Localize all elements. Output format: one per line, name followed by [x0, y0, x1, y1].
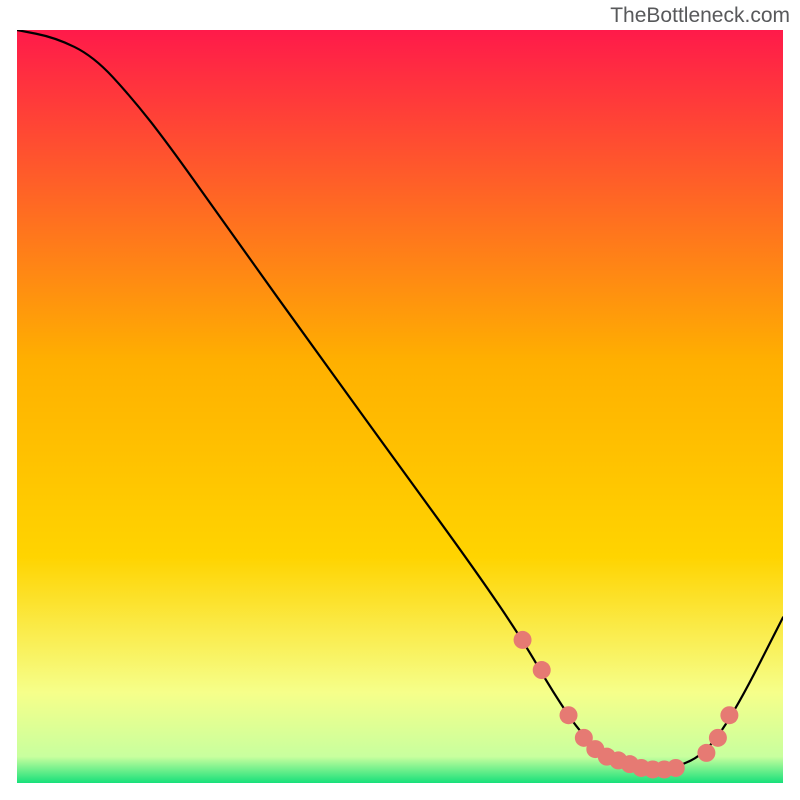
data-point [533, 661, 551, 679]
watermark-text: TheBottleneck.com [610, 4, 790, 28]
data-point [560, 706, 578, 724]
data-point [514, 631, 532, 649]
data-point [709, 729, 727, 747]
data-point [720, 706, 738, 724]
chart-container: TheBottleneck.com [0, 0, 800, 800]
chart-svg [17, 30, 783, 783]
data-point [697, 744, 715, 762]
gradient-background [17, 30, 783, 783]
data-point [667, 759, 685, 777]
plot-area [17, 30, 783, 783]
